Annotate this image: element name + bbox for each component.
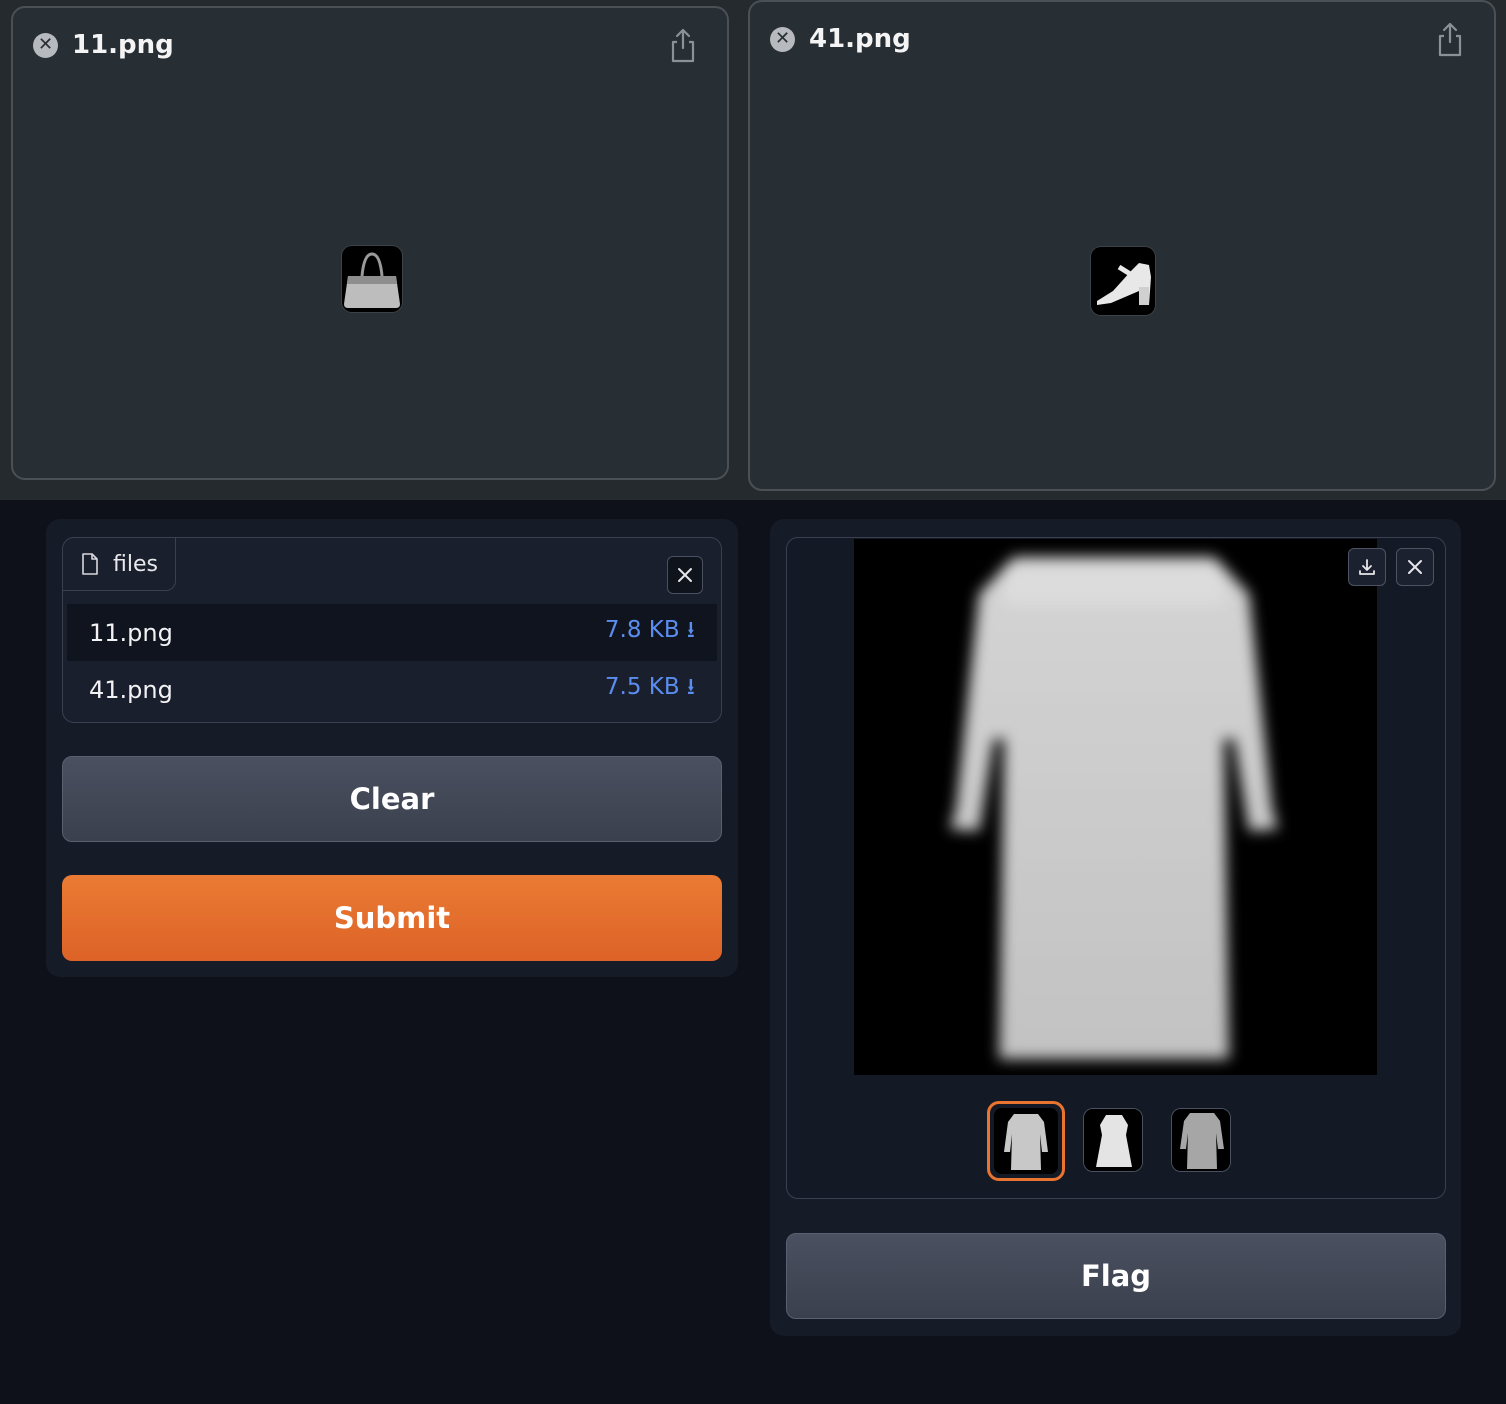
file-icon bbox=[82, 553, 98, 575]
file-download-link[interactable]: 7.8 KB ⭳ bbox=[605, 613, 695, 652]
file-name: 11.png bbox=[89, 618, 173, 647]
download-button[interactable] bbox=[1348, 548, 1386, 586]
flag-button[interactable]: Flag bbox=[786, 1233, 1446, 1319]
files-tab-label: files bbox=[113, 551, 158, 577]
gallery bbox=[786, 537, 1446, 1199]
preview-title: 11.png bbox=[72, 30, 174, 60]
submit-button[interactable]: Submit bbox=[62, 875, 722, 961]
remove-image-icon[interactable]: ✕ bbox=[33, 32, 58, 58]
clear-files-button[interactable] bbox=[667, 556, 703, 594]
file-download-link[interactable]: 7.5 KB ⭳ bbox=[605, 670, 695, 709]
remove-image-icon[interactable]: ✕ bbox=[770, 26, 795, 52]
image-preview-card: ✕ 11.png bbox=[11, 6, 729, 480]
image-preview-card: ✕ 41.png bbox=[748, 0, 1496, 491]
input-panel: files 11.png 7.8 KB ⭳ 41.png 7.5 KB ⭳ Cl… bbox=[46, 519, 738, 977]
preview-strip: ✕ 11.png ✕ 41.png bbox=[0, 0, 1506, 500]
share-icon[interactable] bbox=[1436, 22, 1464, 58]
gallery-thumbnail[interactable] bbox=[987, 1101, 1065, 1181]
file-row: 11.png 7.8 KB ⭳ bbox=[67, 604, 717, 661]
files-tab: files bbox=[63, 538, 176, 591]
sandal-image bbox=[1091, 247, 1155, 315]
handbag-image bbox=[342, 246, 402, 312]
file-row: 41.png 7.5 KB ⭳ bbox=[67, 661, 717, 718]
share-icon[interactable] bbox=[669, 28, 697, 64]
close-gallery-button[interactable] bbox=[1396, 548, 1434, 586]
close-icon bbox=[1408, 560, 1422, 574]
clear-button[interactable]: Clear bbox=[62, 756, 722, 842]
download-icon bbox=[1359, 559, 1375, 575]
file-upload: files 11.png 7.8 KB ⭳ 41.png 7.5 KB ⭳ bbox=[62, 537, 722, 723]
preview-header: ✕ 41.png bbox=[770, 24, 911, 54]
preview-header: ✕ 11.png bbox=[33, 30, 174, 60]
gallery-thumbnail[interactable] bbox=[1171, 1108, 1231, 1172]
close-icon bbox=[678, 568, 692, 582]
output-panel: Flag bbox=[770, 519, 1461, 1336]
preview-title: 41.png bbox=[809, 24, 911, 54]
file-name: 41.png bbox=[89, 675, 173, 704]
gallery-main-image[interactable] bbox=[854, 539, 1377, 1075]
gallery-thumbnail[interactable] bbox=[1083, 1108, 1143, 1172]
